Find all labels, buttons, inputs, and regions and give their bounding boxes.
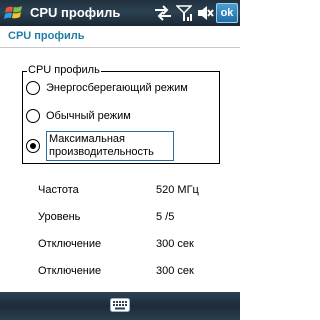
speaker-muted-icon[interactable] [196,4,214,22]
timeout-label-2: Отключение [38,265,102,277]
sync-arrows-icon[interactable] [153,4,173,22]
keyboard-icon[interactable] [110,298,130,312]
radio-option-max-performance[interactable]: Максимальная производительность [26,131,174,161]
level-value: 5 /5 [156,211,175,223]
radio-button[interactable] [26,81,40,95]
title-bar: CPU профиль ok [0,0,240,26]
timeout-value-2: 300 сек [156,265,194,277]
frequency-label: Частота [38,184,79,196]
radio-button[interactable] [26,109,40,123]
radio-option-label: Энергосберегающий режим [46,81,188,94]
radio-option-normal[interactable]: Обычный режим [26,109,131,123]
page-header: CPU профиль [0,26,240,48]
level-label: Уровень [38,211,81,223]
radio-button-selected[interactable] [26,139,40,153]
signal-strength-icon[interactable] [176,4,192,22]
app-title: CPU профиль [30,5,121,20]
windows-flag-icon[interactable] [3,2,25,24]
radio-option-power-saving[interactable]: Энергосберегающий режим [26,81,188,95]
timeout-value: 300 сек [156,238,194,250]
page-title: CPU профиль [8,30,85,42]
ok-button[interactable]: ok [216,3,238,23]
groupbox-legend: CPU профиль [27,64,101,77]
timeout-label: Отключение [38,238,102,250]
frequency-value: 520 МГц [156,184,199,196]
radio-option-label: Обычный режим [46,109,131,122]
radio-option-label: Максимальная производительность [46,131,174,161]
